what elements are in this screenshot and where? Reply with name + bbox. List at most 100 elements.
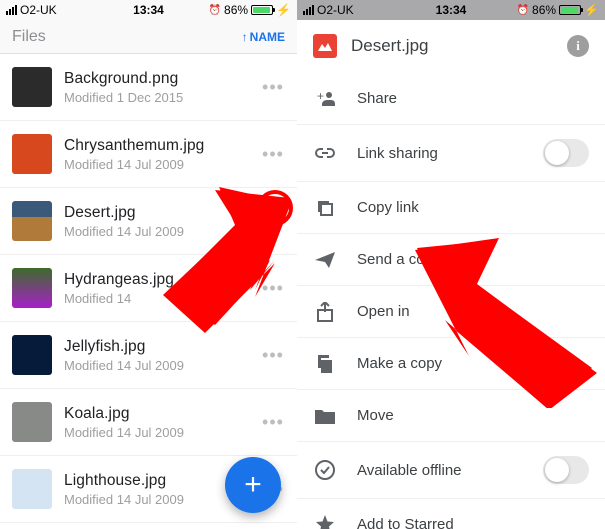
link-sharing-icon	[313, 147, 337, 159]
battery-icon	[559, 5, 581, 15]
menu-item-add-starred[interactable]: Add to Starred	[297, 498, 605, 529]
file-thumbnail	[12, 469, 52, 509]
actions-menu: + Share Link sharing Copy link Send a copy Op…	[297, 72, 605, 529]
file-row[interactable]: Jellyfish.jpg Modified 14 Jul 2009 •••	[0, 322, 297, 389]
file-info: Koala.jpg Modified 14 Jul 2009	[64, 405, 249, 440]
clock: 13:34	[436, 3, 467, 17]
image-file-icon	[313, 34, 337, 58]
panel-header: Desert.jpg i	[297, 20, 605, 72]
charging-icon: ⚡	[276, 3, 291, 17]
file-info: Lighthouse.jpg Modified 14 Jul 2009	[64, 472, 249, 507]
file-name: Chrysanthemum.jpg	[64, 137, 249, 155]
file-modified: Modified 14 Jul 2009	[64, 157, 249, 172]
menu-label: Send a copy	[357, 251, 589, 268]
carrier-label: O2-UK	[20, 3, 57, 17]
file-thumbnail	[12, 67, 52, 107]
alarm-icon: ⏰	[209, 5, 221, 16]
add-starred-icon	[313, 515, 337, 529]
file-row[interactable]: Chrysanthemum.jpg Modified 14 Jul 2009 •••	[0, 121, 297, 188]
phone-left: O2-UK 13:34 ⏰ 86% ⚡ Files ↑ NAME Backgro…	[0, 0, 297, 529]
file-modified: Modified 14 Jul 2009	[64, 224, 249, 239]
file-info: Hydrangeas.jpg Modified 14	[64, 271, 249, 306]
make-copy-icon	[313, 355, 337, 373]
file-name: Lighthouse.jpg	[64, 472, 249, 490]
file-info: Desert.jpg Modified 14 Jul 2009	[64, 204, 249, 239]
file-thumbnail	[12, 402, 52, 442]
sort-button[interactable]: ↑ NAME	[242, 30, 285, 44]
open-in-icon	[313, 302, 337, 322]
battery-percent: 86%	[532, 3, 556, 17]
file-info: Background.png Modified 1 Dec 2015	[64, 70, 249, 105]
annotation-circle	[257, 190, 293, 226]
file-modified: Modified 14 Jul 2009	[64, 492, 249, 507]
status-bar: O2-UK 13:34 ⏰ 86% ⚡	[297, 0, 605, 20]
fab-add-button[interactable]: +	[225, 457, 281, 513]
file-thumbnail	[12, 134, 52, 174]
file-modified: Modified 14 Jul 2009	[64, 358, 249, 373]
move-icon	[313, 408, 337, 424]
menu-label: Share	[357, 90, 589, 107]
available-offline-toggle[interactable]	[543, 456, 589, 484]
file-info: Jellyfish.jpg Modified 14 Jul 2009	[64, 338, 249, 373]
clock: 13:34	[133, 3, 164, 17]
menu-item-available-offline[interactable]: Available offline	[297, 441, 605, 498]
more-options-button[interactable]: •••	[261, 144, 285, 165]
menu-item-copy-link[interactable]: Copy link	[297, 181, 605, 233]
phone-right: O2-UK 13:34 ⏰ 86% ⚡ Desert.jpg i + Share L…	[297, 0, 605, 529]
file-thumbnail	[12, 335, 52, 375]
file-name: Background.png	[64, 70, 249, 88]
panel-title: Desert.jpg	[351, 36, 553, 56]
file-name: Hydrangeas.jpg	[64, 271, 249, 289]
file-modified: Modified 14	[64, 291, 249, 306]
menu-item-move[interactable]: Move	[297, 389, 605, 441]
available-offline-icon	[313, 460, 337, 480]
file-info: Chrysanthemum.jpg Modified 14 Jul 2009	[64, 137, 249, 172]
battery-percent: 86%	[224, 3, 248, 17]
menu-item-make-copy[interactable]: Make a copy	[297, 337, 605, 389]
status-bar: O2-UK 13:34 ⏰ 86% ⚡	[0, 0, 297, 20]
more-options-button[interactable]: •••	[261, 412, 285, 433]
charging-icon: ⚡	[584, 3, 599, 17]
file-row[interactable]: Koala.jpg Modified 14 Jul 2009 •••	[0, 389, 297, 456]
signal-icon	[6, 5, 17, 15]
file-thumbnail	[12, 268, 52, 308]
more-options-button[interactable]: •••	[261, 278, 285, 299]
alarm-icon: ⏰	[517, 5, 529, 16]
file-row[interactable]: Background.png Modified 1 Dec 2015 •••	[0, 54, 297, 121]
menu-label: Link sharing	[357, 145, 523, 162]
menu-label: Make a copy	[357, 355, 589, 372]
file-modified: Modified 14 Jul 2009	[64, 425, 249, 440]
more-options-button[interactable]: •••	[261, 77, 285, 98]
more-options-button[interactable]: •••	[261, 345, 285, 366]
link-sharing-toggle[interactable]	[543, 139, 589, 167]
menu-item-link-sharing[interactable]: Link sharing	[297, 124, 605, 181]
info-button[interactable]: i	[567, 35, 589, 57]
header-title: Files	[12, 28, 46, 46]
file-list: Background.pngModified 1 Dec 2015•••Chry…	[0, 54, 297, 523]
menu-item-send-copy[interactable]: Send a copy	[297, 233, 605, 285]
file-name: Koala.jpg	[64, 405, 249, 423]
menu-label: Copy link	[357, 199, 589, 216]
battery-icon	[251, 5, 273, 15]
file-row[interactable]: Hydrangeas.jpg Modified 14 •••	[0, 255, 297, 322]
send-copy-icon	[313, 252, 337, 268]
menu-label: Available offline	[357, 462, 523, 479]
menu-label: Add to Starred	[357, 516, 589, 529]
sort-arrow-icon: ↑	[242, 30, 248, 44]
file-name: Jellyfish.jpg	[64, 338, 249, 356]
svg-text:+: +	[317, 90, 324, 103]
menu-label: Open in	[357, 303, 589, 320]
menu-label: Move	[357, 407, 589, 424]
file-modified: Modified 1 Dec 2015	[64, 90, 249, 105]
carrier-label: O2-UK	[317, 3, 354, 17]
signal-icon	[303, 5, 314, 15]
menu-item-share[interactable]: + Share	[297, 72, 605, 124]
file-row[interactable]: Desert.jpgModified 14 Jul 2009•••	[0, 188, 297, 255]
menu-item-open-in[interactable]: Open in	[297, 285, 605, 337]
copy-link-icon	[313, 199, 337, 217]
plus-icon: +	[244, 468, 262, 502]
files-header: Files ↑ NAME	[0, 20, 297, 54]
file-name: Desert.jpg	[64, 204, 249, 222]
file-thumbnail	[12, 201, 52, 241]
share-icon: +	[313, 90, 337, 106]
